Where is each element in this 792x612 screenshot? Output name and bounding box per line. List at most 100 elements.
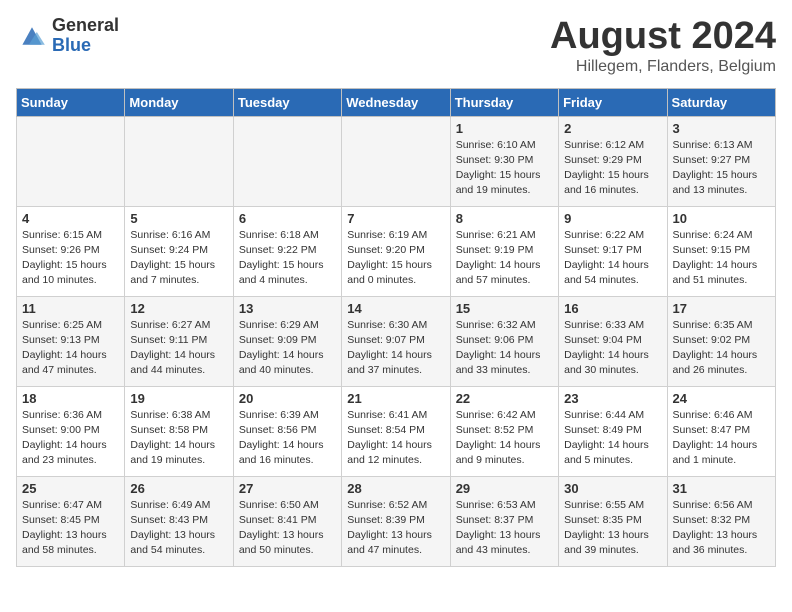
day-info: Sunrise: 6:50 AM Sunset: 8:41 PM Dayligh… <box>239 498 336 559</box>
page-header: General Blue August 2024 Hillegem, Fland… <box>16 16 776 76</box>
calendar-cell <box>17 116 125 206</box>
day-number: 24 <box>673 391 770 406</box>
calendar-cell: 5 Sunrise: 6:16 AM Sunset: 9:24 PM Daylig… <box>125 206 233 296</box>
week-row-5: 25 Sunrise: 6:47 AM Sunset: 8:45 PM Dayli… <box>17 476 776 566</box>
calendar-cell: 2 Sunrise: 6:12 AM Sunset: 9:29 PM Daylig… <box>559 116 667 206</box>
day-number: 25 <box>22 481 119 496</box>
calendar-subtitle: Hillegem, Flanders, Belgium <box>550 58 776 76</box>
calendar-cell: 21 Sunrise: 6:41 AM Sunset: 8:54 PM Dayli… <box>342 386 450 476</box>
week-row-3: 11 Sunrise: 6:25 AM Sunset: 9:13 PM Dayli… <box>17 296 776 386</box>
day-number: 20 <box>239 391 336 406</box>
day-number: 5 <box>130 211 227 226</box>
calendar-cell: 22 Sunrise: 6:42 AM Sunset: 8:52 PM Dayli… <box>450 386 558 476</box>
day-info: Sunrise: 6:41 AM Sunset: 8:54 PM Dayligh… <box>347 408 444 469</box>
calendar-cell: 28Sunrise: 6:52 AM Sunset: 8:39 PM Dayli… <box>342 476 450 566</box>
calendar-cell <box>342 116 450 206</box>
calendar-cell: 31 Sunrise: 6:56 AM Sunset: 8:32 PM Dayli… <box>667 476 775 566</box>
day-info: Sunrise: 6:13 AM Sunset: 9:27 PM Dayligh… <box>673 138 770 199</box>
logo-icon <box>16 22 48 50</box>
day-number: 19 <box>130 391 227 406</box>
day-number: 14 <box>347 301 444 316</box>
day-info: Sunrise: 6:16 AM Sunset: 9:24 PM Dayligh… <box>130 228 227 289</box>
day-info: Sunrise: 6:22 AM Sunset: 9:17 PM Dayligh… <box>564 228 661 289</box>
day-info: Sunrise: 6:29 AM Sunset: 9:09 PM Dayligh… <box>239 318 336 379</box>
logo-general-text: General <box>52 16 119 36</box>
day-number: 23 <box>564 391 661 406</box>
calendar-cell: 14Sunrise: 6:30 AM Sunset: 9:07 PM Dayli… <box>342 296 450 386</box>
header-day-friday: Friday <box>559 88 667 116</box>
day-info: Sunrise: 6:35 AM Sunset: 9:02 PM Dayligh… <box>673 318 770 379</box>
day-number: 7 <box>347 211 444 226</box>
day-number: 21 <box>347 391 444 406</box>
day-number: 8 <box>456 211 553 226</box>
calendar-cell: 17 Sunrise: 6:35 AM Sunset: 9:02 PM Dayli… <box>667 296 775 386</box>
calendar-cell: 23 Sunrise: 6:44 AM Sunset: 8:49 PM Dayli… <box>559 386 667 476</box>
day-number: 27 <box>239 481 336 496</box>
title-block: August 2024 Hillegem, Flanders, Belgium <box>550 16 776 76</box>
calendar-cell: 11 Sunrise: 6:25 AM Sunset: 9:13 PM Dayli… <box>17 296 125 386</box>
calendar-cell: 19 Sunrise: 6:38 AM Sunset: 8:58 PM Dayli… <box>125 386 233 476</box>
day-number: 31 <box>673 481 770 496</box>
day-number: 2 <box>564 121 661 136</box>
day-info: Sunrise: 6:52 AM Sunset: 8:39 PM Dayligh… <box>347 498 444 559</box>
day-number: 13 <box>239 301 336 316</box>
calendar-cell: 13 Sunrise: 6:29 AM Sunset: 9:09 PM Dayli… <box>233 296 341 386</box>
day-number: 12 <box>130 301 227 316</box>
calendar-cell: 25 Sunrise: 6:47 AM Sunset: 8:45 PM Dayli… <box>17 476 125 566</box>
calendar-cell: 27 Sunrise: 6:50 AM Sunset: 8:41 PM Dayli… <box>233 476 341 566</box>
day-number: 16 <box>564 301 661 316</box>
day-number: 3 <box>673 121 770 136</box>
calendar-cell: 1 Sunrise: 6:10 AM Sunset: 9:30 PM Daylig… <box>450 116 558 206</box>
calendar-cell: 20 Sunrise: 6:39 AM Sunset: 8:56 PM Dayli… <box>233 386 341 476</box>
header-day-monday: Monday <box>125 88 233 116</box>
calendar-cell: 7Sunrise: 6:19 AM Sunset: 9:20 PM Daylig… <box>342 206 450 296</box>
calendar-cell: 24 Sunrise: 6:46 AM Sunset: 8:47 PM Dayli… <box>667 386 775 476</box>
header-day-sunday: Sunday <box>17 88 125 116</box>
day-number: 17 <box>673 301 770 316</box>
calendar-cell <box>125 116 233 206</box>
calendar-cell: 8Sunrise: 6:21 AM Sunset: 9:19 PM Daylig… <box>450 206 558 296</box>
day-number: 22 <box>456 391 553 406</box>
day-info: Sunrise: 6:10 AM Sunset: 9:30 PM Dayligh… <box>456 138 553 199</box>
day-number: 11 <box>22 301 119 316</box>
day-number: 6 <box>239 211 336 226</box>
calendar-cell: 30Sunrise: 6:55 AM Sunset: 8:35 PM Dayli… <box>559 476 667 566</box>
day-number: 9 <box>564 211 661 226</box>
day-info: Sunrise: 6:18 AM Sunset: 9:22 PM Dayligh… <box>239 228 336 289</box>
day-info: Sunrise: 6:42 AM Sunset: 8:52 PM Dayligh… <box>456 408 553 469</box>
calendar-cell: 9 Sunrise: 6:22 AM Sunset: 9:17 PM Daylig… <box>559 206 667 296</box>
day-info: Sunrise: 6:38 AM Sunset: 8:58 PM Dayligh… <box>130 408 227 469</box>
calendar-cell: 10Sunrise: 6:24 AM Sunset: 9:15 PM Dayli… <box>667 206 775 296</box>
calendar-cell: 26Sunrise: 6:49 AM Sunset: 8:43 PM Dayli… <box>125 476 233 566</box>
calendar-cell: 16 Sunrise: 6:33 AM Sunset: 9:04 PM Dayli… <box>559 296 667 386</box>
day-info: Sunrise: 6:46 AM Sunset: 8:47 PM Dayligh… <box>673 408 770 469</box>
day-number: 15 <box>456 301 553 316</box>
calendar-cell: 6 Sunrise: 6:18 AM Sunset: 9:22 PM Daylig… <box>233 206 341 296</box>
day-number: 29 <box>456 481 553 496</box>
day-info: Sunrise: 6:47 AM Sunset: 8:45 PM Dayligh… <box>22 498 119 559</box>
day-info: Sunrise: 6:12 AM Sunset: 9:29 PM Dayligh… <box>564 138 661 199</box>
day-info: Sunrise: 6:53 AM Sunset: 8:37 PM Dayligh… <box>456 498 553 559</box>
day-info: Sunrise: 6:44 AM Sunset: 8:49 PM Dayligh… <box>564 408 661 469</box>
day-info: Sunrise: 6:49 AM Sunset: 8:43 PM Dayligh… <box>130 498 227 559</box>
calendar-cell: 3 Sunrise: 6:13 AM Sunset: 9:27 PM Daylig… <box>667 116 775 206</box>
header-day-saturday: Saturday <box>667 88 775 116</box>
header-day-wednesday: Wednesday <box>342 88 450 116</box>
week-row-4: 18Sunrise: 6:36 AM Sunset: 9:00 PM Dayli… <box>17 386 776 476</box>
calendar-table: SundayMondayTuesdayWednesdayThursdayFrid… <box>16 88 776 567</box>
day-number: 4 <box>22 211 119 226</box>
logo-text: General Blue <box>52 16 119 56</box>
week-row-1: 1 Sunrise: 6:10 AM Sunset: 9:30 PM Daylig… <box>17 116 776 206</box>
day-info: Sunrise: 6:39 AM Sunset: 8:56 PM Dayligh… <box>239 408 336 469</box>
day-info: Sunrise: 6:33 AM Sunset: 9:04 PM Dayligh… <box>564 318 661 379</box>
day-info: Sunrise: 6:15 AM Sunset: 9:26 PM Dayligh… <box>22 228 119 289</box>
calendar-cell: 18Sunrise: 6:36 AM Sunset: 9:00 PM Dayli… <box>17 386 125 476</box>
day-info: Sunrise: 6:25 AM Sunset: 9:13 PM Dayligh… <box>22 318 119 379</box>
week-row-2: 4 Sunrise: 6:15 AM Sunset: 9:26 PM Daylig… <box>17 206 776 296</box>
calendar-cell: 4 Sunrise: 6:15 AM Sunset: 9:26 PM Daylig… <box>17 206 125 296</box>
day-number: 1 <box>456 121 553 136</box>
calendar-cell: 15Sunrise: 6:32 AM Sunset: 9:06 PM Dayli… <box>450 296 558 386</box>
day-info: Sunrise: 6:55 AM Sunset: 8:35 PM Dayligh… <box>564 498 661 559</box>
header-day-tuesday: Tuesday <box>233 88 341 116</box>
day-info: Sunrise: 6:56 AM Sunset: 8:32 PM Dayligh… <box>673 498 770 559</box>
